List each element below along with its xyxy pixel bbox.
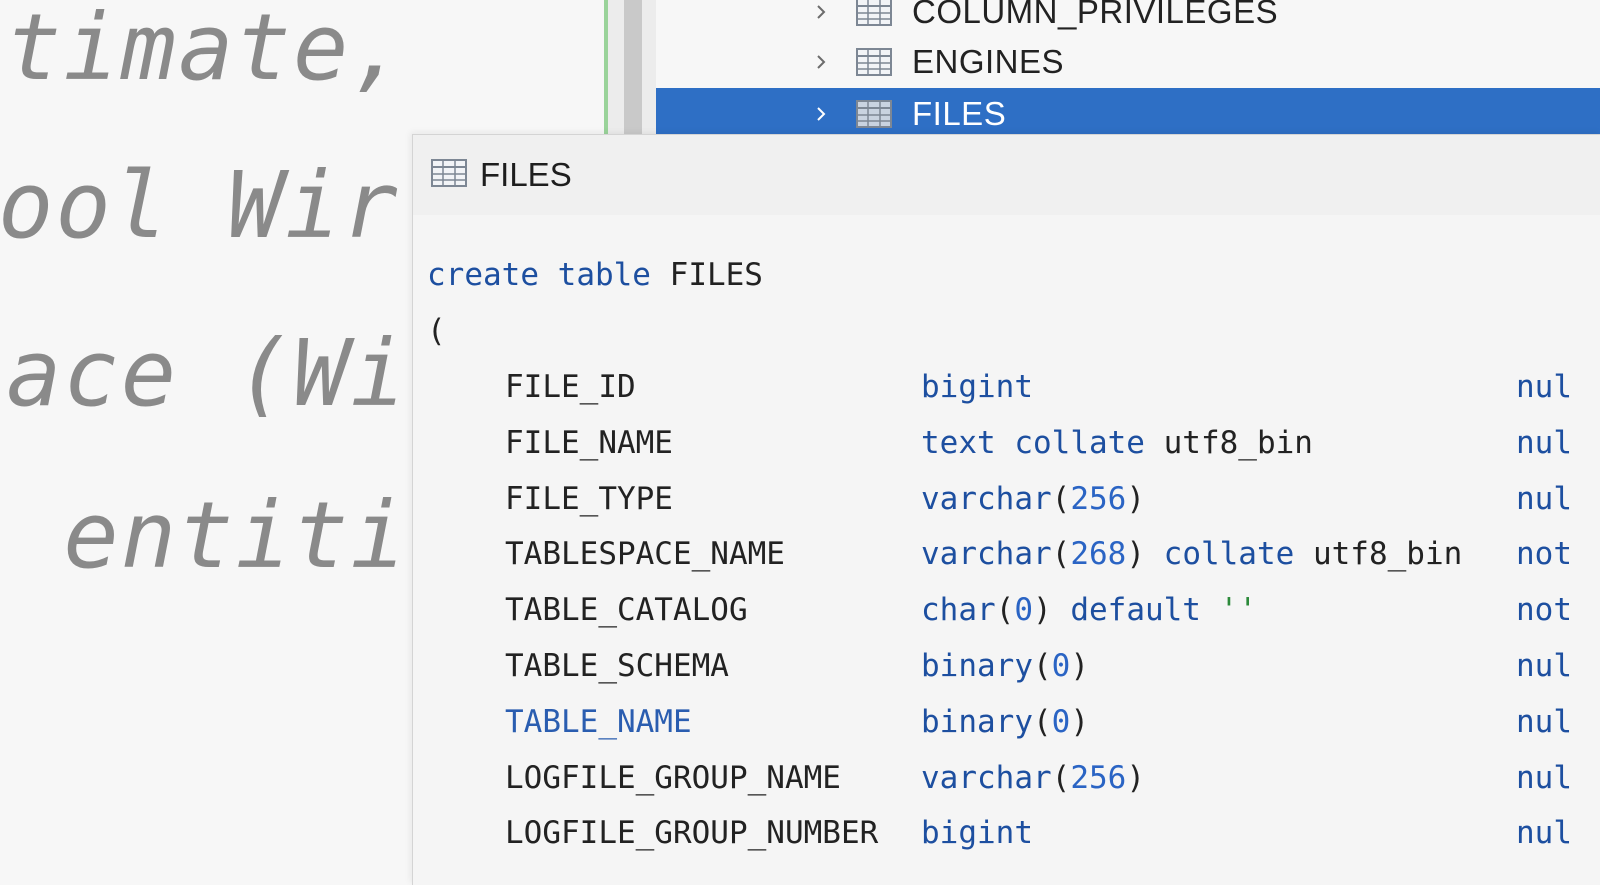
column-row: TABLE_NAME binary(0) nul [413,702,1600,742]
column-nullability: not [1516,592,1572,629]
column-nullability: nul [1516,424,1572,461]
column-nullability: not [1516,536,1572,573]
tree-item-column-privileges[interactable]: COLUMN_PRIVILEGES [656,0,1600,38]
column-name: FILE_NAME [505,424,673,461]
column-row: LOGFILE_GROUP_NUMBER bigint nul [413,813,1600,853]
column-row: FILE_NAME text collate utf8_bin nul [413,423,1600,463]
column-name: FILE_TYPE [505,480,673,517]
column-name: TABLE_CATALOG [505,592,748,629]
column-type: binary(0) [921,703,1089,740]
column-nullability: nul [1516,759,1572,796]
column-row: FILE_ID bigint nul [413,367,1600,407]
column-nullability: nul [1516,648,1572,684]
tree-item-label: COLUMN_PRIVILEGES [912,0,1279,30]
column-type: binary(0) [921,648,1089,684]
column-row: FILE_TYPE varchar(256) nul [413,479,1600,519]
column-name: FILE_ID [505,369,636,405]
table-icon [431,159,467,187]
column-name: LOGFILE_GROUP_NUMBER [505,815,879,852]
create-keyword: create [427,257,539,293]
popup-title: FILES [480,156,572,193]
column-type: bigint [921,369,1033,405]
column-type: bigint [921,815,1033,852]
column-name: TABLE_NAME [505,703,692,740]
column-type: varchar(268) collate utf8_bin [921,536,1463,573]
column-nullability: nul [1516,480,1572,517]
editor-line-1: timate, [6,0,408,101]
ddl-code: create table FILES ( FILE_ID bigint nul FIL… [413,215,1600,885]
table-icon [856,100,892,128]
column-name: LOGFILE_GROUP_NAME [505,759,841,796]
column-row: TABLE_SCHEMA binary(0) nul [413,646,1600,686]
table-icon [856,48,892,76]
chevron-right-icon[interactable] [814,107,828,121]
ddl-table-name: FILES [669,257,763,293]
editor-line-3: ace (Wi [6,320,408,427]
column-row: TABLESPACE_NAME varchar(268) collate utf8… [413,534,1600,574]
chevron-right-icon[interactable] [814,5,828,19]
scrollbar[interactable] [624,0,642,140]
column-name: TABLESPACE_NAME [505,536,785,573]
ddl-preview-popup: FILES create table FILES ( FILE_ID bigint… [412,134,1600,885]
table-icon [856,0,892,26]
open-paren: ( [427,313,446,349]
editor-line-4: entiti [6,482,408,589]
column-nullability: nul [1516,703,1572,740]
create-statement: create table FILES [427,255,763,295]
database-tree: COLUMN_PRIVILEGES ENGINES FILES [656,0,1600,140]
tree-item-label: FILES [912,95,1007,132]
editor-line-2: ool Wir [0,152,400,259]
tree-item-engines[interactable]: ENGINES [656,36,1600,88]
column-type: varchar(256) [921,480,1145,517]
tree-item-files[interactable]: FILES [656,88,1600,140]
column-type: char(0) default '' [921,592,1257,629]
table-keyword: table [557,257,651,293]
column-type: text collate utf8_bin [921,424,1313,461]
column-row: TABLE_CATALOG char(0) default '' not [413,590,1600,630]
popup-header: FILES [413,135,1600,215]
column-type: varchar(256) [921,759,1145,796]
column-name: TABLE_SCHEMA [505,648,729,684]
column-nullability: nul [1516,815,1572,852]
tree-item-label: ENGINES [912,43,1065,80]
column-nullability: nul [1516,369,1572,405]
chevron-right-icon[interactable] [814,55,828,69]
column-row: LOGFILE_GROUP_NAME varchar(256) nul [413,758,1600,798]
